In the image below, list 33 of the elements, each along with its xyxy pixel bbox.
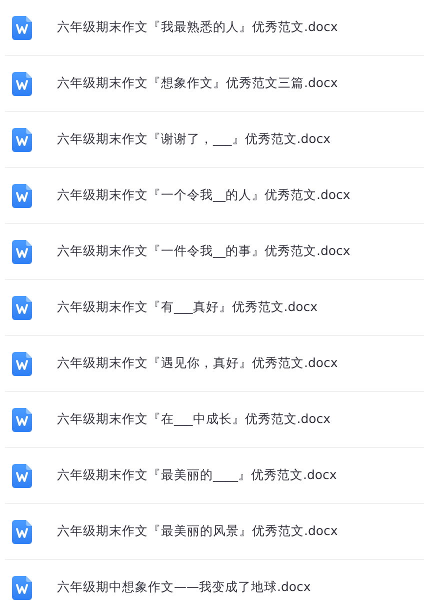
file-row[interactable]: 六年级期末作文『在___中成长』优秀范文.docx bbox=[5, 392, 424, 448]
file-name: 六年级期末作文『想象作文』优秀范文三篇.docx bbox=[57, 75, 338, 92]
word-document-icon bbox=[12, 520, 32, 544]
word-document-icon bbox=[12, 240, 32, 264]
file-name: 六年级期末作文『一件令我__的事』优秀范文.docx bbox=[57, 243, 350, 260]
file-row[interactable]: 六年级期末作文『有___真好』优秀范文.docx bbox=[5, 280, 424, 336]
file-name: 六年级期末作文『有___真好』优秀范文.docx bbox=[57, 299, 318, 316]
file-name: 六年级期末作文『最美丽的风景』优秀范文.docx bbox=[57, 523, 338, 540]
word-document-icon bbox=[12, 72, 32, 96]
file-row[interactable]: 六年级期中想象作文——我变成了地球.docx bbox=[5, 560, 424, 612]
file-row[interactable]: 六年级期末作文『谢谢了，___』优秀范文.docx bbox=[5, 112, 424, 168]
file-name: 六年级期末作文『我最熟悉的人』优秀范文.docx bbox=[57, 19, 338, 36]
word-document-icon bbox=[12, 576, 32, 600]
file-row[interactable]: 六年级期末作文『遇见你，真好』优秀范文.docx bbox=[5, 336, 424, 392]
file-row[interactable]: 六年级期末作文『一个令我__的人』优秀范文.docx bbox=[5, 168, 424, 224]
file-row[interactable]: 六年级期末作文『一件令我__的事』优秀范文.docx bbox=[5, 224, 424, 280]
word-document-icon bbox=[12, 184, 32, 208]
file-name: 六年级期末作文『遇见你，真好』优秀范文.docx bbox=[57, 355, 338, 372]
word-document-icon bbox=[12, 16, 32, 40]
word-document-icon bbox=[12, 352, 32, 376]
file-name: 六年级期末作文『一个令我__的人』优秀范文.docx bbox=[57, 187, 350, 204]
file-row[interactable]: 六年级期末作文『最美丽的风景』优秀范文.docx bbox=[5, 504, 424, 560]
word-document-icon bbox=[12, 296, 32, 320]
file-row[interactable]: 六年级期末作文『最美丽的____』优秀范文.docx bbox=[5, 448, 424, 504]
word-document-icon bbox=[12, 128, 32, 152]
file-name: 六年级期中想象作文——我变成了地球.docx bbox=[57, 579, 311, 596]
file-name: 六年级期末作文『谢谢了，___』优秀范文.docx bbox=[57, 131, 331, 148]
word-document-icon bbox=[12, 408, 32, 432]
file-row[interactable]: 六年级期末作文『我最熟悉的人』优秀范文.docx bbox=[5, 0, 424, 56]
file-row[interactable]: 六年级期末作文『想象作文』优秀范文三篇.docx bbox=[5, 56, 424, 112]
file-name: 六年级期末作文『在___中成长』优秀范文.docx bbox=[57, 411, 331, 428]
word-document-icon bbox=[12, 464, 32, 488]
file-name: 六年级期末作文『最美丽的____』优秀范文.docx bbox=[57, 467, 337, 484]
